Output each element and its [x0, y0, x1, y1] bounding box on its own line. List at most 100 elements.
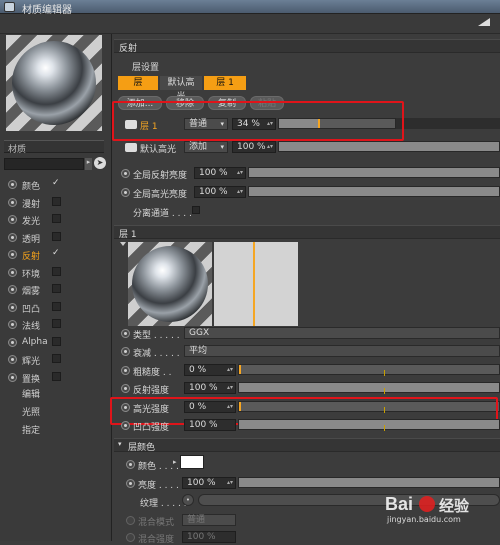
channel-radio[interactable]	[8, 232, 17, 242]
channel-item[interactable]: 环境	[8, 265, 108, 280]
global-reflect-field[interactable]: 100 % ▴▾	[194, 167, 246, 179]
eye-icon[interactable]	[125, 143, 137, 152]
stepper-icon[interactable]: ▴▾	[237, 168, 243, 178]
radio-roughness[interactable]	[121, 366, 130, 375]
channel-radio[interactable]	[8, 197, 17, 207]
texture-menu-icon[interactable]: •	[182, 494, 194, 506]
radio-global-reflect[interactable]	[121, 169, 130, 178]
channel-radio[interactable]	[8, 320, 17, 329]
radio-bump-strength[interactable]	[121, 421, 130, 430]
pointer-icon[interactable]: ➤	[94, 157, 106, 169]
channel-item[interactable]: 法线	[8, 317, 108, 332]
brightness-field[interactable]: 100 % ▴▾	[182, 477, 236, 489]
channel-label[interactable]: 法线	[22, 319, 40, 332]
channel-radio[interactable]	[8, 180, 17, 189]
channel-checkbox[interactable]	[52, 196, 61, 206]
attenuation-select[interactable]: 平均	[184, 345, 500, 357]
channel-label[interactable]: 发光	[22, 214, 40, 227]
channel-checkbox[interactable]: ✓	[52, 179, 61, 188]
stepper-icon[interactable]: ▴▾	[267, 142, 273, 152]
reflect-strength-field[interactable]: 100 % ▴▾	[184, 382, 236, 394]
separate-channels-checkbox[interactable]	[192, 206, 200, 214]
tab-layer[interactable]: 层	[118, 76, 158, 90]
channel-label[interactable]: 环境	[22, 267, 40, 280]
bump-strength-slider[interactable]	[238, 419, 500, 430]
tab-layer-1[interactable]: 层 1	[204, 76, 246, 90]
roughness-slider[interactable]	[238, 364, 500, 375]
layer-preview[interactable]	[128, 242, 212, 326]
channel-checkbox[interactable]	[52, 266, 61, 276]
default-spec-slider[interactable]	[278, 141, 500, 152]
expand-icon[interactable]: ▸	[173, 458, 177, 466]
dropdown-arrow-icon[interactable]: ▸	[85, 158, 92, 170]
channel-radio[interactable]	[8, 215, 17, 224]
stepper-icon[interactable]: ▴▾	[227, 478, 233, 488]
radio-type[interactable]	[121, 329, 130, 338]
channel-item[interactable]: 置换	[8, 370, 108, 385]
channel-item[interactable]: 发光	[8, 212, 108, 227]
layer-color-header[interactable]: ▾ 层颜色	[114, 438, 500, 453]
color-swatch[interactable]	[180, 455, 204, 469]
channel-radio[interactable]	[8, 285, 17, 294]
channel-checkbox[interactable]	[52, 319, 61, 328]
material-name-input[interactable]	[4, 158, 84, 170]
material-preview[interactable]	[6, 35, 102, 131]
lighting-link[interactable]: 光照	[22, 405, 40, 418]
stepper-icon[interactable]: ▴▾	[237, 187, 243, 197]
channel-radio[interactable]	[8, 267, 17, 277]
channel-label[interactable]: 辉光	[22, 354, 40, 367]
channel-checkbox[interactable]	[52, 214, 61, 223]
channel-checkbox[interactable]: ✓	[52, 249, 61, 258]
radio-global-spec[interactable]	[121, 188, 130, 197]
radio-brightness[interactable]	[126, 479, 135, 488]
bump-strength-field[interactable]: 100 %	[184, 419, 236, 431]
channel-checkbox[interactable]	[52, 231, 61, 241]
editor-link[interactable]: 编辑	[22, 387, 40, 400]
channel-checkbox[interactable]	[52, 284, 61, 293]
global-spec-field[interactable]: 100 % ▴▾	[194, 186, 246, 198]
global-spec-slider[interactable]	[248, 186, 500, 197]
radio-reflect-strength[interactable]	[121, 384, 130, 393]
channel-item[interactable]: 颜色 ✓	[8, 177, 108, 192]
channel-label[interactable]: 颜色	[22, 179, 40, 192]
channel-radio[interactable]	[8, 372, 17, 382]
brightness-slider[interactable]	[238, 477, 500, 488]
assign-link[interactable]: 指定	[22, 423, 40, 436]
channel-label[interactable]: 置换	[22, 372, 40, 385]
channel-label[interactable]: 烟雾	[22, 284, 40, 297]
channel-label[interactable]: 漫射	[22, 197, 40, 210]
channel-item[interactable]: 凹凸	[8, 300, 108, 315]
channel-item[interactable]: 烟雾	[8, 282, 108, 297]
channel-checkbox[interactable]	[52, 354, 61, 363]
reflect-strength-slider[interactable]	[238, 382, 500, 393]
channel-radio[interactable]	[8, 250, 17, 259]
channel-checkbox[interactable]	[52, 336, 61, 346]
collapse-icon[interactable]	[120, 242, 126, 247]
channel-item[interactable]: 反射 ✓	[8, 247, 108, 262]
channel-label[interactable]: 透明	[22, 232, 40, 245]
roughness-field[interactable]: 0 % ▴▾	[184, 364, 236, 376]
channel-label[interactable]: Alpha	[22, 337, 48, 347]
channel-checkbox[interactable]	[52, 301, 61, 311]
tab-default-spec[interactable]: 默认高光	[160, 76, 202, 102]
global-reflect-slider[interactable]	[248, 167, 500, 178]
channel-checkbox[interactable]	[52, 371, 61, 381]
radio-color[interactable]	[126, 460, 135, 469]
arrow-icon[interactable]	[478, 18, 490, 26]
channel-radio[interactable]	[8, 302, 17, 312]
default-spec-name[interactable]: 默认高光	[140, 142, 176, 155]
channel-radio[interactable]	[8, 355, 17, 364]
channel-label[interactable]: 反射	[22, 249, 40, 262]
type-select[interactable]: GGX	[184, 327, 500, 339]
stepper-icon[interactable]: ▴▾	[227, 365, 233, 375]
channel-radio[interactable]	[8, 337, 17, 347]
channel-item[interactable]: 漫射	[8, 195, 108, 210]
channel-item[interactable]: 透明	[8, 230, 108, 245]
radio-attenuation[interactable]	[121, 347, 130, 356]
channel-item[interactable]: 辉光	[8, 352, 108, 367]
default-spec-mode-select[interactable]: 添加 ▾	[184, 141, 228, 153]
stepper-icon[interactable]: ▴▾	[227, 383, 233, 393]
default-spec-value-field[interactable]: 100 % ▴▾	[232, 141, 276, 153]
channel-item[interactable]: Alpha	[8, 335, 108, 350]
channel-label[interactable]: 凹凸	[22, 302, 40, 315]
